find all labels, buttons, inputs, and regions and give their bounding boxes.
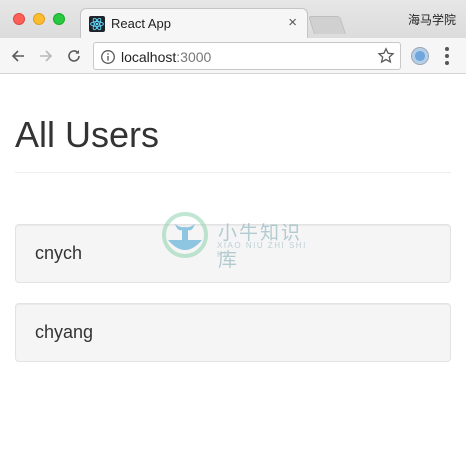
reload-button[interactable] [62,44,86,68]
user-list-item[interactable]: chyang [15,303,451,362]
window-minimize-button[interactable] [33,13,45,25]
extension-icon[interactable] [411,47,429,65]
user-name: cnych [35,243,83,263]
browser-toolbar: localhost:3000 [0,38,466,74]
watermark-subtitle: XIAO NIU ZHI SHI KU [217,241,307,259]
star-icon[interactable] [377,47,395,65]
window-close-button[interactable] [13,13,25,25]
arrow-left-icon [11,50,24,62]
url-text[interactable]: localhost:3000 [121,49,211,65]
vertical-dots-icon[interactable] [440,46,454,66]
new-tab-button[interactable] [308,16,346,34]
url-host: localhost [121,49,177,65]
react-logo-icon [89,16,105,32]
back-button[interactable] [6,44,30,68]
window-maximize-button[interactable] [53,13,65,25]
browser-tab-active[interactable]: React App × [80,8,308,39]
address-bar[interactable]: localhost:3000 [93,42,401,70]
arrow-right-icon [40,50,53,62]
url-port: :3000 [176,49,212,65]
window-titlebar: React App × 海马学院 [0,0,466,39]
forward-button[interactable] [34,44,58,68]
profile-name[interactable]: 海马学院 [408,11,456,28]
tab-title: React App [111,16,171,31]
user-name: chyang [35,322,94,342]
watermark: 小牛知识库 XIAO NIU ZHI SHI KU [160,210,320,271]
title-divider [15,172,451,173]
bull-logo-icon [162,212,208,258]
page-title: All Users [15,114,160,155]
tab-close-icon[interactable]: × [288,14,297,31]
reload-icon [68,50,80,62]
info-icon[interactable] [100,49,116,65]
